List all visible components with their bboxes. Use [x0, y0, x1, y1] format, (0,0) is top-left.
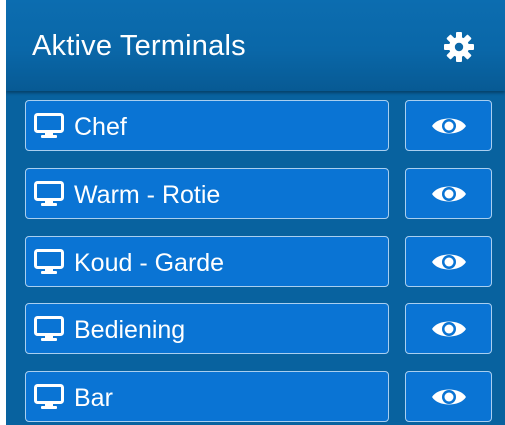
- terminal-row: Koud - Garde: [25, 236, 492, 289]
- terminal-label: Bar: [74, 384, 113, 412]
- terminal-label: Warm - Rotie: [74, 181, 221, 209]
- monitor-icon: [34, 316, 64, 342]
- view-terminal-button[interactable]: [405, 303, 492, 354]
- monitor-icon: [34, 384, 64, 410]
- terminal-label: Bediening: [74, 316, 186, 344]
- gear-icon[interactable]: [443, 31, 475, 63]
- terminal-button-bediening[interactable]: Bediening: [25, 303, 389, 354]
- terminal-label: Koud - Garde: [74, 249, 225, 277]
- terminal-button-warm-rotie[interactable]: Warm - Rotie: [25, 168, 389, 219]
- terminal-row: Bar: [25, 371, 492, 424]
- view-terminal-button[interactable]: [405, 100, 492, 151]
- panel-header: Aktive Terminals: [6, 0, 505, 91]
- view-terminal-button[interactable]: [405, 168, 492, 219]
- terminal-row: Chef: [25, 100, 492, 153]
- terminal-button-bar[interactable]: Bar: [25, 371, 389, 422]
- eye-icon: [431, 182, 467, 206]
- monitor-icon: [34, 249, 64, 275]
- eye-icon: [431, 317, 467, 341]
- eye-icon: [431, 385, 467, 409]
- view-terminal-button[interactable]: [405, 236, 492, 287]
- terminal-row: Warm - Rotie: [25, 168, 492, 221]
- terminal-button-koud-garde[interactable]: Koud - Garde: [25, 236, 389, 287]
- view-terminal-button[interactable]: [405, 371, 492, 422]
- active-terminals-panel: Aktive Terminals Chef Warm - Rotie Koud …: [6, 0, 505, 425]
- terminal-label: Chef: [74, 113, 127, 141]
- panel-title: Aktive Terminals: [32, 30, 246, 62]
- terminal-button-chef[interactable]: Chef: [25, 100, 389, 151]
- monitor-icon: [34, 181, 64, 207]
- eye-icon: [431, 114, 467, 138]
- terminal-row: Bediening: [25, 303, 492, 356]
- eye-icon: [431, 250, 467, 274]
- monitor-icon: [34, 113, 64, 139]
